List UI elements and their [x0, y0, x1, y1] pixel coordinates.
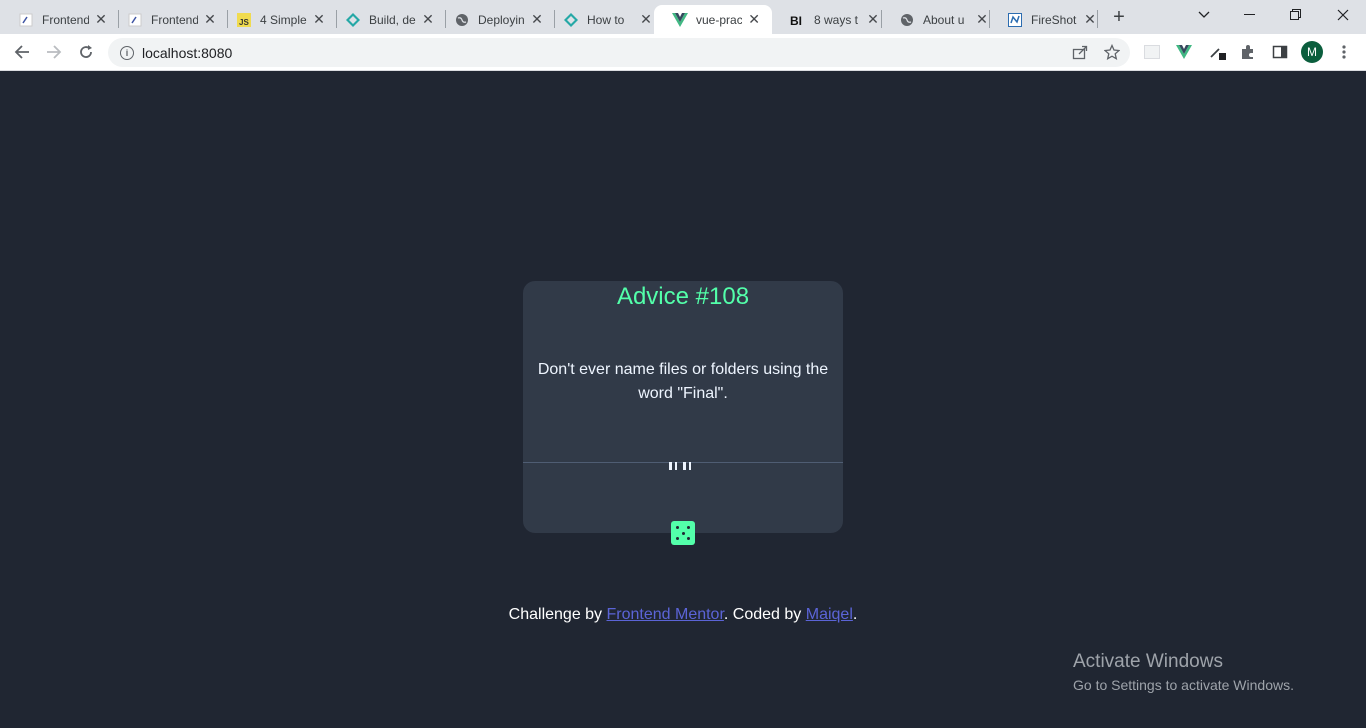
browser-tab[interactable]: Deployin ✕	[436, 5, 555, 34]
tab-title: How to	[587, 12, 625, 27]
bi-icon: BI	[790, 12, 806, 28]
attribution-middle: . Coded by	[723, 606, 806, 623]
netlify-icon	[563, 12, 579, 28]
advice-text: Don't ever name files or folders using t…	[537, 361, 829, 402]
author-link[interactable]: Maiqel	[806, 606, 853, 623]
close-icon[interactable]: ✕	[311, 11, 327, 28]
close-icon[interactable]: ✕	[529, 11, 545, 28]
browser-tab[interactable]: FireShot ✕	[989, 5, 1108, 34]
url-text: localhost:8080	[142, 44, 233, 61]
pause-divider-icon	[669, 462, 691, 470]
close-icon[interactable]: ✕	[420, 11, 436, 28]
fireshot-icon	[1007, 12, 1023, 28]
tab-title: 8 ways t	[814, 12, 859, 27]
attribution-prefix: Challenge by	[508, 606, 607, 623]
tab-title: vue-prac	[696, 12, 743, 27]
watermark-title: Activate Windows	[1073, 651, 1223, 672]
close-window-button[interactable]	[1320, 0, 1366, 30]
tab-search-button[interactable]	[1181, 0, 1227, 30]
browser-tab[interactable]: How to ✕	[545, 5, 664, 34]
browser-tab-active[interactable]: vue-prac ✕	[654, 5, 772, 34]
browser-tab[interactable]: BI 8 ways t ✕	[772, 5, 891, 34]
advice-title: Advice #108	[616, 283, 750, 310]
globe-icon	[454, 12, 470, 28]
tab-title: Deployin	[478, 12, 525, 27]
minimize-button[interactable]	[1227, 0, 1273, 30]
tab-title: Frontend	[42, 12, 89, 27]
fm-icon	[18, 12, 34, 28]
svg-text:JS: JS	[239, 18, 249, 27]
tab-title: Frontend	[151, 12, 198, 27]
close-icon[interactable]: ✕	[746, 11, 762, 28]
tab-title: Build, de	[369, 12, 416, 27]
reload-button[interactable]	[73, 39, 99, 65]
frontend-mentor-link[interactable]: Frontend Mentor	[607, 606, 724, 623]
close-icon[interactable]: ✕	[202, 11, 218, 28]
tab-title: FireShot	[1031, 12, 1077, 27]
js-icon: JS	[236, 12, 252, 28]
menu-kebab-icon[interactable]	[1333, 41, 1355, 63]
close-icon[interactable]: ✕	[638, 11, 654, 28]
activate-windows-watermark: Activate Windows Go to Settings to activ…	[1073, 651, 1294, 693]
extension-placeholder-icon[interactable]	[1141, 41, 1163, 63]
forward-button[interactable]	[41, 39, 67, 65]
close-icon[interactable]: ✕	[1082, 11, 1098, 28]
share-icon[interactable]	[1069, 41, 1091, 63]
browser-tab[interactable]: Build, de ✕	[327, 5, 446, 34]
browser-toolbar: i localhost:8080	[0, 34, 1366, 71]
side-panel-icon[interactable]	[1269, 41, 1291, 63]
tab-title: About u	[923, 12, 965, 27]
vue-icon	[672, 12, 688, 28]
advice-card: Advice #108 Don't ever name files or fol…	[523, 281, 843, 533]
dice-button[interactable]	[671, 521, 695, 545]
browser-tab[interactable]: Frontend ✕	[0, 5, 119, 34]
tab-strip: Frontend ✕ Frontend ✕ JS 4 Simple ✕ Buil…	[0, 0, 1366, 34]
netlify-icon	[345, 12, 361, 28]
info-icon[interactable]: i	[120, 45, 134, 60]
close-icon[interactable]: ✕	[974, 11, 990, 28]
browser-tab[interactable]: JS 4 Simple ✕	[218, 5, 337, 34]
tab-separator	[1097, 10, 1098, 28]
new-tab-button[interactable]: +	[1108, 6, 1130, 28]
attribution-suffix: .	[852, 606, 858, 623]
tab-title: 4 Simple	[260, 12, 307, 27]
eyedropper-icon[interactable]	[1206, 41, 1228, 63]
extensions-puzzle-icon[interactable]	[1237, 41, 1259, 63]
restore-button[interactable]	[1273, 0, 1319, 30]
attribution: Challenge by Frontend Mentor. Coded by M…	[0, 606, 1366, 624]
close-icon[interactable]: ✕	[93, 11, 109, 28]
profile-avatar[interactable]: M	[1301, 41, 1323, 63]
bookmark-star-icon[interactable]	[1101, 41, 1123, 63]
fm-icon	[127, 12, 143, 28]
browser-tab[interactable]: Frontend ✕	[109, 5, 228, 34]
svg-text:BI: BI	[790, 14, 802, 27]
browser-tab[interactable]: About u ✕	[881, 5, 1000, 34]
watermark-subtitle: Go to Settings to activate Windows.	[1073, 677, 1294, 693]
address-bar[interactable]: i localhost:8080	[108, 38, 1130, 67]
vue-devtools-icon[interactable]	[1173, 41, 1195, 63]
close-icon[interactable]: ✕	[865, 11, 881, 28]
globe-icon	[899, 12, 915, 28]
back-button[interactable]	[9, 39, 35, 65]
